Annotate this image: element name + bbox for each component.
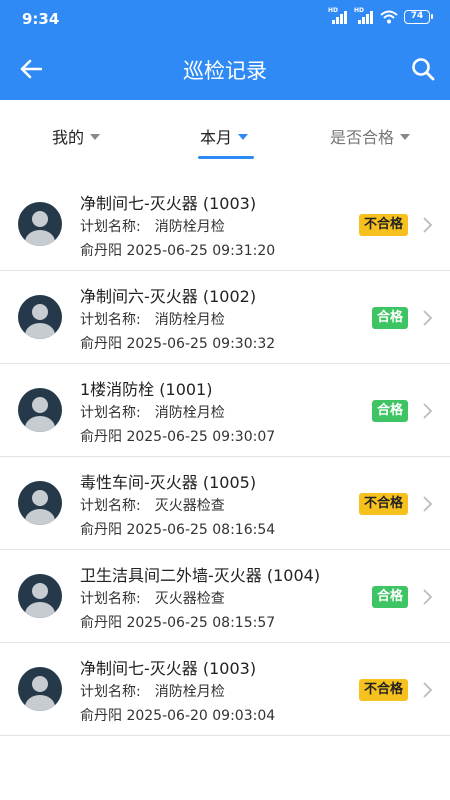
- record-meta: 俞丹阳 2025-06-25 09:30:32: [80, 333, 275, 353]
- record-plan: 计划名称: 消防栓月检: [80, 216, 225, 236]
- plan-name: 消防栓月检: [154, 312, 225, 328]
- chevron-right-icon: [423, 589, 433, 605]
- record-plan: 计划名称: 消防栓月检: [80, 309, 225, 329]
- wifi-icon: [380, 10, 398, 24]
- record-plan: 计划名称: 消防栓月检: [80, 402, 225, 422]
- record-time: 2025-06-25 09:30:32: [126, 336, 276, 352]
- caret-down-icon: [400, 134, 411, 140]
- record-title: 净制间七-灭火器 (1003): [80, 194, 257, 213]
- filter-mine-label: 我的: [52, 128, 85, 147]
- plan-name: 消防栓月检: [154, 684, 225, 700]
- avatar: [18, 481, 62, 525]
- record-meta: 俞丹阳 2025-06-20 09:03:04: [80, 705, 275, 725]
- inspector-name: 俞丹阳: [80, 243, 122, 259]
- plan-name: 消防栓月检: [154, 405, 225, 421]
- record-time: 2025-06-25 09:31:20: [126, 243, 276, 259]
- plan-name: 灭火器检查: [154, 498, 225, 514]
- record-title: 1楼消防栓 (1001): [80, 380, 213, 399]
- inspector-name: 俞丹阳: [80, 336, 122, 352]
- inspector-name: 俞丹阳: [80, 429, 122, 445]
- record-meta: 俞丹阳 2025-06-25 08:15:57: [80, 612, 275, 632]
- search-icon: [412, 58, 435, 81]
- record-time: 2025-06-25 08:16:54: [126, 522, 276, 538]
- avatar: [18, 667, 62, 711]
- status-badge: 合格: [371, 586, 408, 608]
- record-meta: 俞丹阳 2025-06-25 08:16:54: [80, 519, 275, 539]
- list-item[interactable]: 净制间七-灭火器 (1003) 计划名称: 消防栓月检 俞丹阳 2025-06-2…: [0, 178, 450, 271]
- avatar: [18, 388, 62, 432]
- active-filter-indicator: [198, 156, 254, 159]
- plan-label: 计划名称:: [80, 405, 141, 421]
- record-title: 净制间七-灭火器 (1003): [80, 659, 257, 678]
- list-item[interactable]: 卫生洁具间二外墙-灭火器 (1004) 计划名称: 灭火器检查 俞丹阳 2025-…: [0, 550, 450, 643]
- caret-down-icon: [90, 134, 101, 140]
- page-title: 巡检记录: [183, 59, 267, 83]
- record-time: 2025-06-25 09:30:07: [126, 429, 276, 445]
- plan-label: 计划名称:: [80, 219, 141, 235]
- avatar: [18, 202, 62, 246]
- avatar: [18, 295, 62, 339]
- nav-bar: 巡检记录: [0, 40, 450, 96]
- status-bar: 9:34 HD HD 74: [0, 0, 450, 36]
- record-title: 毒性车间-灭火器 (1005): [80, 473, 257, 492]
- record-title: 净制间六-灭火器 (1002): [80, 287, 257, 306]
- status-badge: 不合格: [358, 679, 408, 701]
- filter-bar: 我的 本月 是否合格: [0, 100, 450, 170]
- record-title: 卫生洁具间二外墙-灭火器 (1004): [80, 566, 321, 585]
- list-item[interactable]: 1楼消防栓 (1001) 计划名称: 消防栓月检 俞丹阳 2025-06-25 0…: [0, 364, 450, 457]
- record-plan: 计划名称: 消防栓月检: [80, 681, 225, 701]
- record-list: 净制间七-灭火器 (1003) 计划名称: 消防栓月检 俞丹阳 2025-06-2…: [0, 178, 450, 736]
- chevron-right-icon: [423, 403, 433, 419]
- record-plan: 计划名称: 灭火器检查: [80, 588, 225, 608]
- status-icons: HD HD 74: [328, 7, 433, 24]
- filter-this-month[interactable]: 本月: [200, 124, 249, 148]
- status-badge: 合格: [371, 307, 408, 329]
- chevron-right-icon: [423, 496, 433, 512]
- list-item[interactable]: 净制间六-灭火器 (1002) 计划名称: 消防栓月检 俞丹阳 2025-06-2…: [0, 271, 450, 364]
- chevron-right-icon: [423, 217, 433, 233]
- signal-icon: HD: [328, 7, 348, 24]
- status-badge: 不合格: [358, 493, 408, 515]
- plan-label: 计划名称:: [80, 312, 141, 328]
- record-meta: 俞丹阳 2025-06-25 09:31:20: [80, 240, 275, 260]
- signal-icon: HD: [354, 7, 374, 24]
- filter-qualified[interactable]: 是否合格: [330, 124, 411, 148]
- avatar: [18, 574, 62, 618]
- plan-label: 计划名称:: [80, 684, 141, 700]
- chevron-right-icon: [423, 682, 433, 698]
- inspector-name: 俞丹阳: [80, 522, 122, 538]
- chevron-right-icon: [423, 310, 433, 326]
- plan-name: 灭火器检查: [154, 591, 225, 607]
- plan-label: 计划名称:: [80, 591, 141, 607]
- plan-name: 消防栓月检: [154, 219, 225, 235]
- app-header: 9:34 HD HD 74 巡检记录: [0, 0, 450, 100]
- list-item[interactable]: 净制间七-灭火器 (1003) 计划名称: 消防栓月检 俞丹阳 2025-06-2…: [0, 643, 450, 736]
- filter-this-month-label: 本月: [200, 128, 233, 147]
- status-badge: 合格: [371, 400, 408, 422]
- status-time: 9:34: [22, 10, 60, 28]
- search-button[interactable]: [406, 52, 440, 86]
- record-time: 2025-06-25 08:15:57: [126, 615, 276, 631]
- record-plan: 计划名称: 灭火器检查: [80, 495, 225, 515]
- caret-down-icon: [238, 134, 249, 140]
- list-item[interactable]: 毒性车间-灭火器 (1005) 计划名称: 灭火器检查 俞丹阳 2025-06-2…: [0, 457, 450, 550]
- record-meta: 俞丹阳 2025-06-25 09:30:07: [80, 426, 275, 446]
- battery-icon: 74: [404, 10, 433, 24]
- record-time: 2025-06-20 09:03:04: [126, 708, 276, 724]
- status-badge: 不合格: [358, 214, 408, 236]
- filter-qualified-label: 是否合格: [330, 128, 395, 147]
- filter-mine[interactable]: 我的: [52, 124, 101, 148]
- plan-label: 计划名称:: [80, 498, 141, 514]
- inspector-name: 俞丹阳: [80, 708, 122, 724]
- inspector-name: 俞丹阳: [80, 615, 122, 631]
